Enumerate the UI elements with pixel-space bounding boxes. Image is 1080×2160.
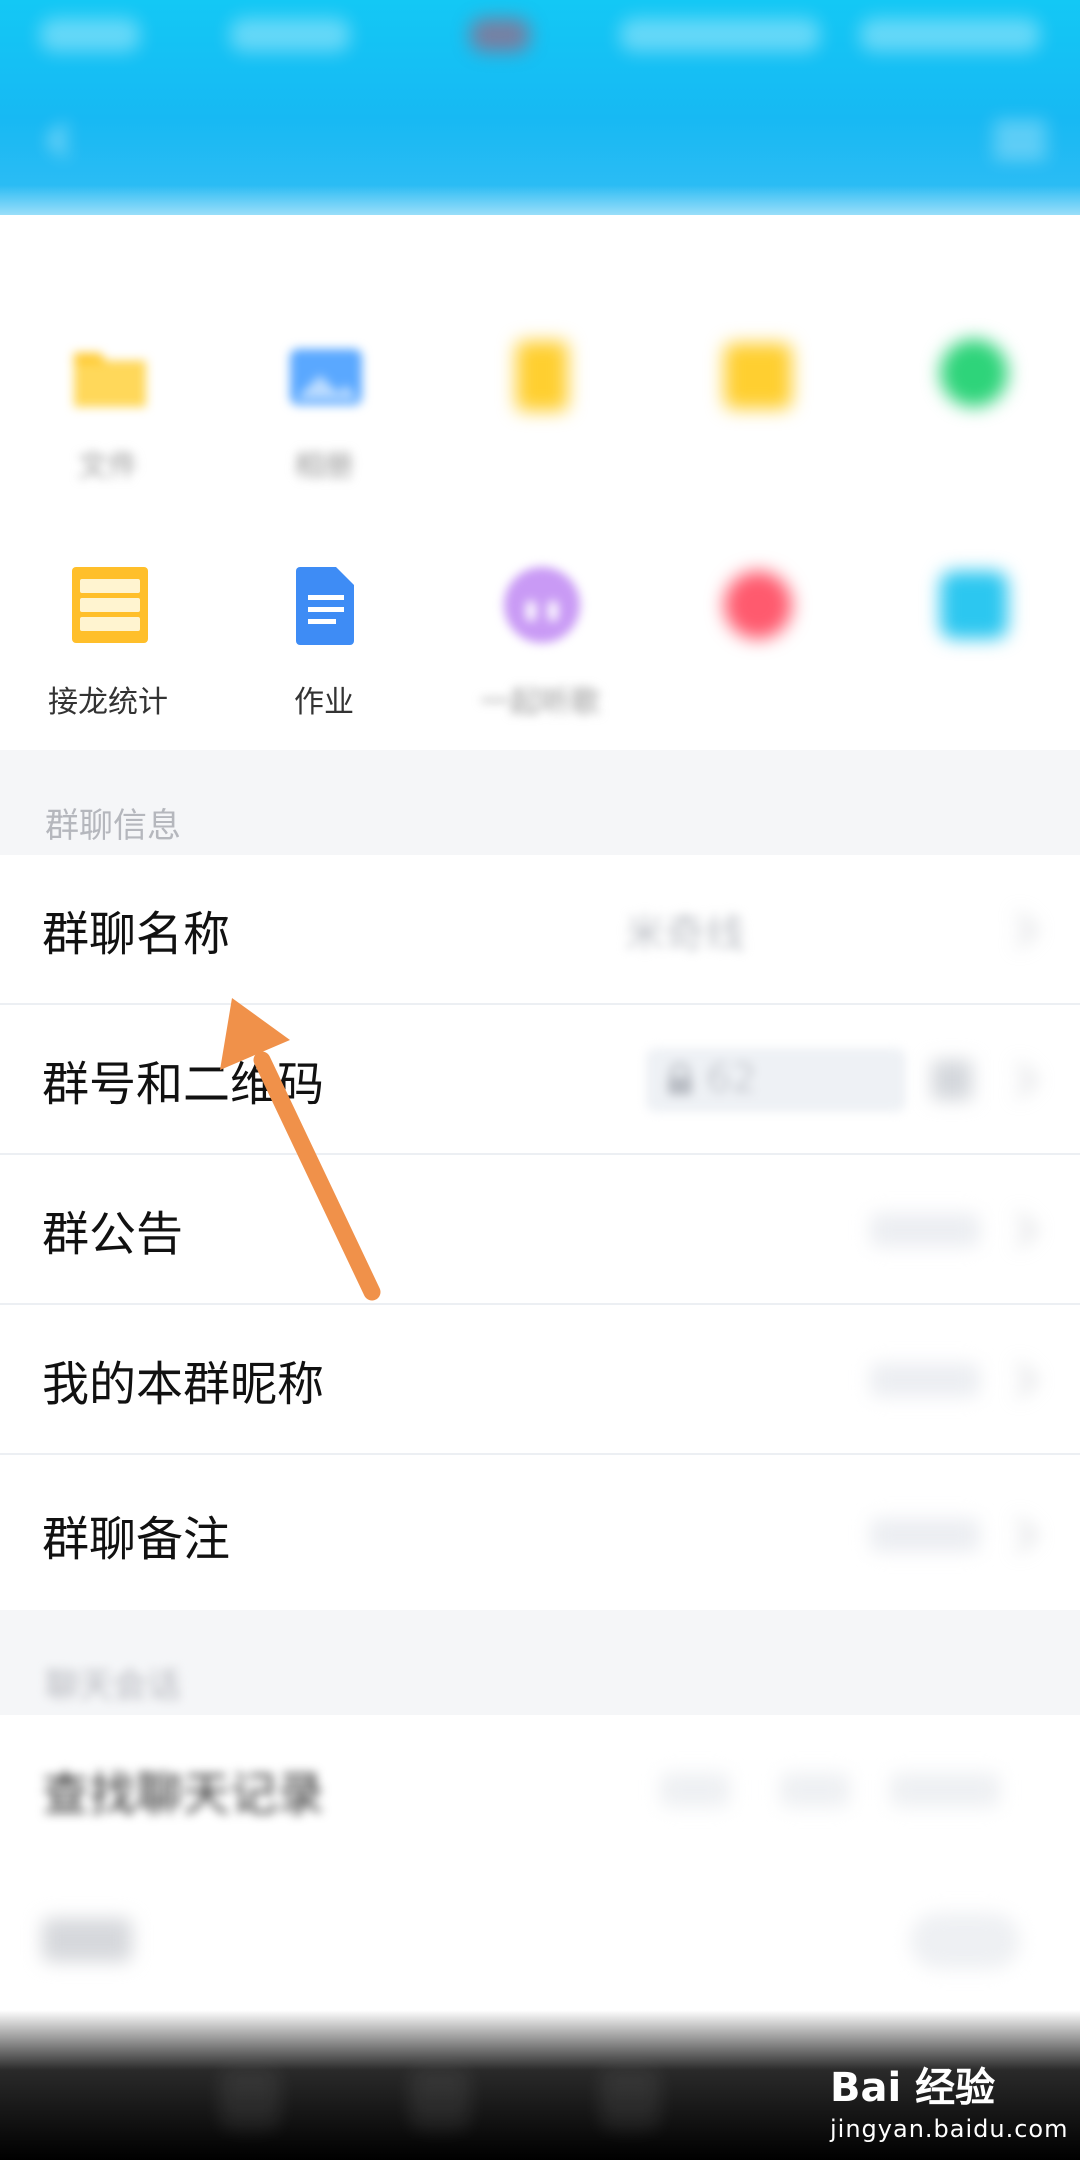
row-my-group-nickname[interactable]: 我的本群昵称 [0, 1305, 1080, 1455]
nav-recent-icon[interactable] [600, 2070, 660, 2130]
row-label: 查找聊天记录 [42, 1767, 324, 1823]
list-icon [72, 567, 148, 643]
folder-icon [74, 353, 146, 407]
status-bar [0, 0, 1080, 80]
chat-session-section-title: 聊天会话 [45, 1666, 181, 1706]
group-info-section-title: 群聊信息 [45, 806, 181, 846]
watermark-domain: jingyan.baidu.com [830, 2115, 1069, 2143]
app-label: 相册 [294, 449, 354, 484]
document-icon [516, 341, 568, 411]
app-homework[interactable]: 作业 [216, 565, 432, 725]
headphones-icon [504, 567, 580, 643]
remark-status [870, 1518, 980, 1552]
more-menu-icon[interactable] [990, 118, 1050, 162]
nav-home-icon[interactable] [410, 2070, 470, 2130]
row-group-number-qr[interactable]: 群号和二维码 62 [0, 1005, 1080, 1155]
row-group-announcement[interactable]: 群公告 [0, 1155, 1080, 1305]
group-name-value: 米奇线 [625, 911, 745, 957]
row-group-name[interactable]: 群聊名称 米奇线 [0, 855, 1080, 1005]
group-apps-section: 文件 相册 接龙统计 作业 一起听歌 [0, 230, 1080, 750]
red-app-icon [724, 571, 792, 639]
app-item-9[interactable] [648, 565, 864, 725]
qr-code-icon [932, 1060, 972, 1100]
calendar-icon [724, 343, 792, 409]
toggle-switch[interactable] [910, 1913, 1020, 1969]
app-label: 文件 [78, 449, 138, 484]
row-chat-setting[interactable] [0, 1865, 1080, 2015]
page-title [430, 115, 650, 165]
app-solitaire-stats[interactable]: 接龙统计 [0, 565, 216, 725]
baidu-jingyan-watermark: Bai 经验 jingyan.baidu.com [830, 2055, 1070, 2155]
group-info-header-bg: 群聊信息 [0, 750, 1080, 855]
group-number-value: 62 [706, 1056, 757, 1102]
announcement-status [870, 1213, 980, 1247]
chat-session-header-bg: 聊天会话 [0, 1610, 1080, 1715]
row-label: 群聊名称 [42, 907, 230, 963]
app-label: 作业 [294, 685, 354, 720]
row-label: 群聊备注 [42, 1512, 230, 1568]
app-header [0, 0, 1080, 245]
search-filter-icon [780, 1773, 850, 1807]
app-item-10[interactable] [864, 565, 1080, 725]
app-files[interactable]: 文件 [0, 335, 216, 495]
cyan-app-icon [940, 571, 1008, 639]
chevron-right-icon [1016, 1362, 1037, 1398]
row-label [42, 1918, 132, 1962]
row-label: 我的本群昵称 [42, 1357, 324, 1413]
nav-back-icon[interactable] [220, 2070, 280, 2130]
photo-album-icon [290, 349, 362, 405]
chevron-right-icon [1016, 1212, 1037, 1248]
chevron-right-icon [1016, 912, 1037, 948]
app-label: 接龙统计 [48, 685, 168, 720]
nickname-status [870, 1363, 980, 1397]
search-filter-icon [660, 1773, 730, 1807]
group-number-pill: 62 [646, 1048, 906, 1112]
chevron-right-icon [1016, 1517, 1037, 1553]
row-group-remark[interactable]: 群聊备注 [0, 1460, 1080, 1610]
back-arrow-icon[interactable] [40, 120, 80, 160]
row-label: 群公告 [42, 1207, 183, 1263]
app-label: 一起听歌 [480, 685, 600, 720]
app-album[interactable]: 相册 [216, 335, 432, 495]
apps-section-title [45, 260, 185, 304]
app-listen-together[interactable]: 一起听歌 [432, 565, 648, 725]
row-search-chat-history[interactable]: 查找聊天记录 [0, 1715, 1080, 1865]
lock-icon [668, 1063, 692, 1095]
app-item-4[interactable] [648, 335, 864, 495]
app-item-3[interactable] [432, 335, 648, 495]
watermark-brand: Bai 经验 [830, 2065, 996, 2111]
homework-icon [296, 567, 354, 645]
chevron-right-icon [1016, 1062, 1037, 1098]
green-app-icon [940, 339, 1008, 407]
search-filter-icon [890, 1773, 1000, 1807]
row-label: 群号和二维码 [42, 1057, 324, 1113]
app-item-5[interactable] [864, 335, 1080, 495]
